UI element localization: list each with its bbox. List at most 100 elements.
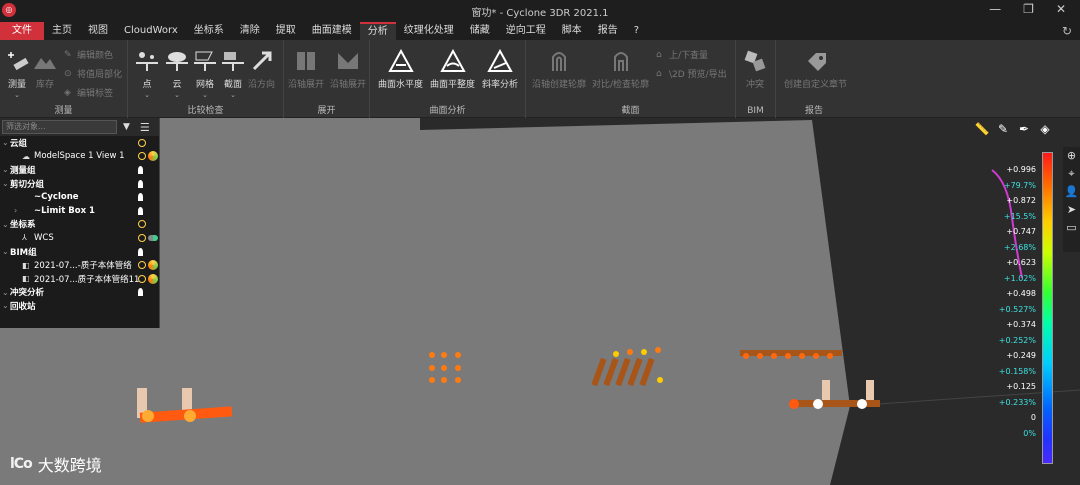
pen-tool-icon[interactable]: ✒	[1016, 121, 1032, 137]
cloud-compare-button[interactable]: 云 ⌄	[164, 48, 190, 99]
slope-analysis-button[interactable]: 斜率分析	[482, 48, 518, 90]
menu-item-3[interactable]: CloudWorx	[116, 22, 186, 40]
unfold-axis-button[interactable]: 沿轴展开	[288, 48, 324, 90]
tree-row[interactable]: › ~Limit Box 1	[0, 204, 159, 218]
tree-row[interactable]: ~Cyclone	[0, 190, 159, 204]
expand-arrow-icon[interactable]: ⌄	[2, 165, 10, 174]
cyclone-logo-icon[interactable]: ◎	[2, 3, 16, 17]
expand-arrow-icon[interactable]: ⌄	[2, 220, 10, 229]
user-icon[interactable]: 👤	[1063, 183, 1080, 201]
viewport-3d-right[interactable]	[420, 118, 1080, 485]
visibility-icon[interactable]	[138, 179, 143, 188]
eye-toggle-icon[interactable]	[138, 261, 146, 270]
flatness-button[interactable]: 曲面水平度	[378, 48, 423, 90]
ruler-icon[interactable]: 📏	[974, 121, 990, 137]
section-compare-button[interactable]: 截面 ⌄	[220, 48, 246, 99]
menu-item-11[interactable]: 逆向工程	[498, 22, 554, 40]
point-compare-button[interactable]: 点 ⌄	[134, 48, 160, 99]
tree-row[interactable]: ⌄ 回收站	[0, 299, 159, 313]
menu-item-14[interactable]: ?	[626, 22, 647, 40]
refresh-icon[interactable]: ↻	[1062, 24, 1072, 38]
maximize-button[interactable]: ❐	[1023, 2, 1034, 16]
eye-toggle-icon[interactable]	[138, 220, 146, 229]
target-icon[interactable]: ⌖	[1063, 165, 1080, 183]
measure-button[interactable]: 测量 ⌄	[4, 48, 30, 99]
tree-row[interactable]: ◧ 2021-07...质子本体管络11	[0, 272, 159, 286]
visibility-icon[interactable]	[138, 206, 143, 215]
expand-arrow-icon[interactable]: ⌄	[2, 288, 10, 297]
create-chapter-button[interactable]: 创建自定义章节	[784, 48, 847, 90]
eye-toggle-icon[interactable]	[138, 138, 146, 147]
chevron-down-icon[interactable]: ⌄	[230, 91, 236, 99]
menu-item-12[interactable]: 脚本	[554, 22, 590, 40]
send-icon[interactable]: ➤	[1063, 201, 1080, 219]
compare-profile-button[interactable]: 对比/检查轮廓	[592, 48, 649, 90]
tree-row[interactable]: ⌄ BIM组	[0, 245, 159, 259]
library-button[interactable]: 库存	[32, 48, 58, 90]
clash-icon	[742, 48, 768, 74]
eye-toggle-icon[interactable]	[138, 274, 146, 283]
visibility-icon[interactable]	[138, 288, 143, 297]
color-icon[interactable]	[148, 260, 158, 271]
menu-item-5[interactable]: 清除	[232, 22, 268, 40]
tree-row[interactable]: ⌄ 冲突分析	[0, 286, 159, 300]
tag-tool-icon[interactable]: ◈	[1037, 121, 1053, 137]
menu-item-7[interactable]: 曲面建模	[304, 22, 360, 40]
unfold-axis-button-2[interactable]: 沿轴展开	[330, 48, 366, 90]
planarity-button[interactable]: 曲面平整度	[430, 48, 475, 90]
chevron-down-icon[interactable]: ⌄	[202, 91, 208, 99]
color-icon[interactable]	[148, 273, 158, 284]
menu-item-6[interactable]: 提取	[268, 22, 304, 40]
menu-item-4[interactable]: 坐标系	[186, 22, 232, 40]
expand-arrow-icon[interactable]: ⌄	[2, 179, 10, 188]
up-down-button[interactable]: ⌂ 上/下查量	[656, 48, 708, 62]
localize-button[interactable]: ⊙ 将值局部化	[64, 67, 122, 81]
along-direction-button[interactable]: 沿方向	[248, 48, 275, 90]
edit-color-button[interactable]: ✎ 编辑颜色	[64, 48, 113, 62]
edit-tags-button[interactable]: ◈ 编辑标签	[64, 86, 113, 100]
expand-arrow-icon[interactable]: ›	[14, 206, 22, 215]
tree-row[interactable]: ⅄ WCS	[0, 231, 159, 245]
tree-row[interactable]: ⌄ 测量组	[0, 163, 159, 177]
layers-icon[interactable]: ▭	[1063, 219, 1080, 237]
color-icon[interactable]	[148, 151, 158, 162]
chevron-down-icon[interactable]: ⌄	[144, 91, 150, 99]
menu-item-9[interactable]: 纹理化处理	[396, 22, 462, 40]
menu-item-13[interactable]: 报告	[590, 22, 626, 40]
expand-arrow-icon[interactable]: ⌄	[2, 138, 10, 147]
create-profile-button[interactable]: 沿轴创建轮廓	[532, 48, 586, 90]
report-group-label: 报告	[804, 106, 823, 116]
toggle-icon[interactable]	[148, 234, 158, 241]
measure-tool-icon[interactable]: ✎	[995, 121, 1011, 137]
menu-item-2[interactable]: 视图	[80, 22, 116, 40]
menu-item-1[interactable]: 主页	[44, 22, 80, 40]
viewport-3d-left-upper[interactable]	[160, 118, 420, 328]
mesh-compare-button[interactable]: 网格 ⌄	[192, 48, 218, 99]
color-scale-bar[interactable]	[1042, 152, 1053, 464]
close-button[interactable]: ✕	[1056, 2, 1066, 16]
tree-row[interactable]: ⌄ 剪切分组	[0, 177, 159, 191]
search-input[interactable]: 筛选对象...	[2, 120, 117, 134]
chevron-down-icon[interactable]: ⌄	[14, 91, 20, 99]
tree-row[interactable]: ☁ ModelSpace 1 View 1	[0, 150, 159, 164]
visibility-icon[interactable]	[138, 247, 143, 256]
minimize-button[interactable]: —	[989, 2, 1001, 16]
chevron-down-icon[interactable]: ⌄	[174, 91, 180, 99]
crosshair-icon[interactable]: ⊕	[1063, 147, 1080, 165]
visibility-icon[interactable]	[138, 193, 143, 202]
menu-item-8[interactable]: 分析	[359, 22, 396, 40]
clash-button[interactable]: 冲突	[742, 48, 768, 90]
eye-toggle-icon[interactable]	[138, 233, 146, 242]
menu-item-10[interactable]: 储藏	[462, 22, 498, 40]
tree-row[interactable]: ⌄ 云组	[0, 136, 159, 150]
expand-arrow-icon[interactable]: ⌄	[2, 301, 10, 310]
tree-row[interactable]: ◧ 2021-07...-质子本体管络	[0, 258, 159, 272]
visibility-icon[interactable]	[138, 165, 143, 174]
expand-arrow-icon[interactable]: ⌄	[2, 247, 10, 256]
filter-icon[interactable]: ▼	[123, 122, 130, 132]
menu-item-0[interactable]: 文件	[0, 22, 44, 40]
tree-row[interactable]: ⌄ 坐标系	[0, 218, 159, 232]
eye-toggle-icon[interactable]	[138, 152, 146, 161]
export-2d-button[interactable]: ⌂ \2D 预览/导出	[656, 67, 727, 81]
menu-icon[interactable]: ☰	[140, 121, 150, 134]
